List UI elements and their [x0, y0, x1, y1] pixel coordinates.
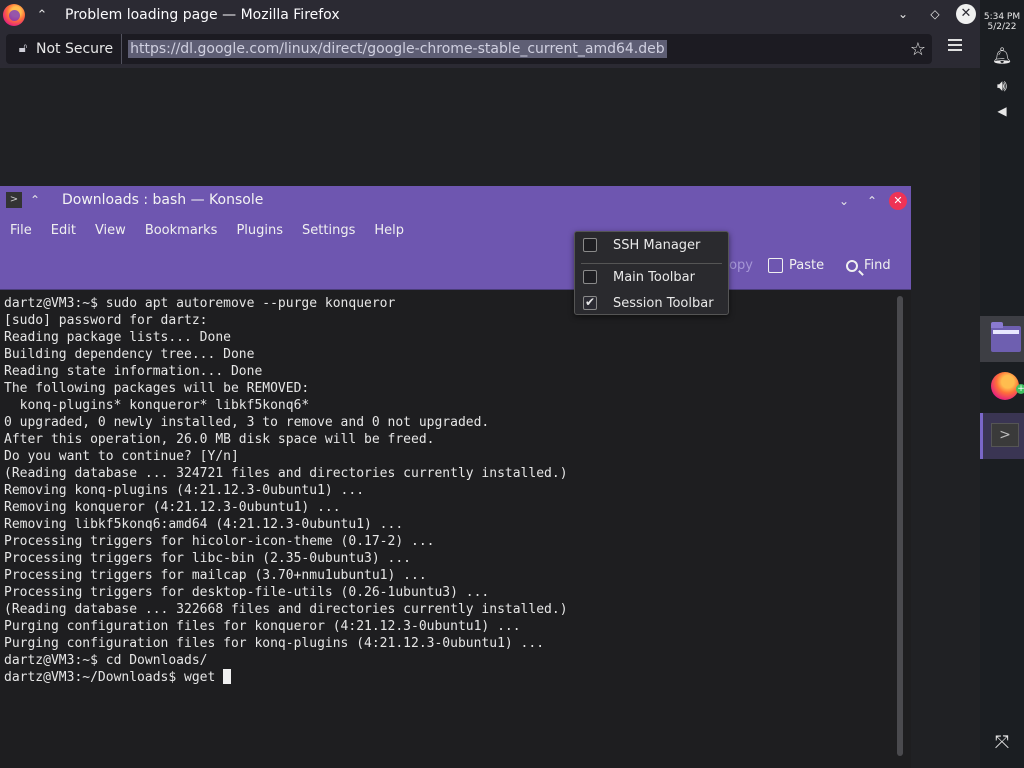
add-badge-icon: +: [1016, 384, 1024, 394]
konsole-window-controls: ⌄ ⌃ ✕: [833, 190, 907, 212]
terminal-output[interactable]: dartz@VM3:~$ sudo apt autoremove --purge…: [0, 290, 893, 768]
paste-button[interactable]: Paste: [768, 258, 824, 273]
terminal-line: After this operation, 26.0 MB disk space…: [4, 432, 435, 447]
konsole-app-icon[interactable]: >: [6, 191, 22, 208]
terminal-lines: dartz@VM3:~$ sudo apt autoremove --purge…: [4, 295, 889, 669]
security-label[interactable]: Not Secure: [36, 34, 123, 64]
terminal-icon: >: [991, 423, 1019, 447]
maximize-icon[interactable]: ◇: [924, 3, 946, 25]
keep-above-icon[interactable]: ⌃: [30, 193, 44, 207]
firefox-titlebar: ⌃ Problem loading page — Mozilla Firefox…: [0, 0, 980, 30]
taskbar-item-dolphin[interactable]: [980, 316, 1024, 362]
clipboard-icon: [768, 258, 783, 273]
keep-above-icon[interactable]: ⌃: [31, 8, 53, 23]
menu-edit[interactable]: Edit: [51, 223, 85, 238]
menu-view[interactable]: View: [95, 223, 135, 238]
terminal-line: [sudo] password for dartz:: [4, 313, 208, 328]
url-text[interactable]: https://dl.google.com/linux/direct/googl…: [128, 40, 667, 58]
main-toolbar-checkbox[interactable]: [583, 270, 597, 284]
terminal-line: dartz@VM3:~$ sudo apt autoremove --purge…: [4, 296, 396, 311]
bookmark-star-icon[interactable]: ☆: [910, 39, 926, 60]
firefox-window-title: Problem loading page — Mozilla Firefox: [65, 7, 340, 23]
konsole-titlebar: > ⌃ Downloads : bash — Konsole ⌄ ⌃ ✕: [0, 186, 911, 213]
search-icon: [846, 259, 858, 272]
terminal-line: Removing libkf5konq6:amd64 (4:21.12.3-0u…: [4, 517, 404, 532]
panel-edit-move-icon[interactable]: ⤧: [990, 732, 1014, 756]
minimize-icon[interactable]: ⌄: [833, 190, 855, 212]
hamburger-menu-icon[interactable]: [948, 39, 962, 54]
terminal-line: Processing triggers for desktop-file-uti…: [4, 585, 490, 600]
terminal-line: dartz@VM3:~$ cd Downloads/: [4, 653, 208, 668]
main-toolbar-label: Main Toolbar: [613, 269, 695, 285]
insecure-lock-icon[interactable]: 🔓︎: [14, 40, 32, 58]
paste-label: Paste: [789, 258, 825, 273]
terminal-line: Do you want to continue? [Y/n]: [4, 449, 239, 464]
terminal-prompt-line: dartz@VM3:~/Downloads$ wget: [4, 670, 224, 685]
terminal-line: (Reading database ... 324721 files and d…: [4, 466, 568, 481]
taskbar-item-konsole[interactable]: >: [980, 413, 1024, 459]
folder-icon: [991, 322, 1021, 352]
ssh-manager-checkbox[interactable]: [583, 238, 597, 252]
clock-time: 5:34 PM: [983, 12, 1021, 22]
close-icon[interactable]: ✕: [889, 192, 907, 210]
terminal-line: Purging configuration files for konq-plu…: [4, 636, 545, 651]
konsole-window: > ⌃ Downloads : bash — Konsole ⌄ ⌃ ✕ Fil…: [0, 186, 911, 768]
menu-help[interactable]: Help: [374, 223, 413, 238]
system-panel: 5:34 PM 5/2/22 🔔︎ 🔊︎ ◀ + > ⤧: [980, 0, 1024, 768]
terminal-line: Reading package lists... Done: [4, 330, 231, 345]
menu-plugins[interactable]: Plugins: [236, 223, 292, 238]
ssh-manager-label: SSH Manager: [613, 237, 701, 253]
terminal-line: Processing triggers for hicolor-icon-the…: [4, 534, 435, 549]
find-button[interactable]: Find: [846, 258, 891, 273]
terminal-line: konq-plugins* konqueror* libkf5konq6*: [4, 398, 310, 413]
terminal-line: Building dependency tree... Done: [4, 347, 255, 362]
volume-icon[interactable]: 🔊︎: [990, 76, 1014, 100]
notifications-bell-icon[interactable]: 🔔︎: [990, 46, 1014, 70]
terminal-line: 0 upgraded, 0 newly installed, 3 to remo…: [4, 415, 490, 430]
firefox-navbar: 🔓︎ Not Secure https://dl.google.com/linu…: [0, 30, 980, 68]
firefox-logo-icon[interactable]: [3, 4, 25, 26]
taskbar-item-firefox[interactable]: +: [980, 364, 1024, 410]
konsole-window-title: Downloads : bash — Konsole: [62, 191, 264, 208]
firefox-window-controls: ⌄ ◇ ✕: [892, 3, 976, 25]
konsole-menubar: File Edit View Bookmarks Plugins Setting…: [0, 213, 911, 247]
clock-date: 5/2/22: [987, 22, 1017, 32]
terminal-line: (Reading database ... 322668 files and d…: [4, 602, 568, 617]
toolbar-context-menu: SSH Manager Main Toolbar Session Toolbar: [574, 231, 729, 315]
clock[interactable]: 5:34 PM 5/2/22: [980, 12, 1024, 32]
close-icon[interactable]: ✕: [956, 4, 976, 24]
terminal-line: Processing triggers for libc-bin (2.35-0…: [4, 551, 411, 566]
terminal-cursor: [223, 669, 232, 684]
terminal-line: Purging configuration files for konquero…: [4, 619, 521, 634]
find-label: Find: [864, 258, 891, 273]
terminal-line: Removing konq-plugins (4:21.12.3-0ubuntu…: [4, 483, 365, 498]
session-toolbar-label: Session Toolbar: [613, 295, 714, 311]
menu-item-session-toolbar[interactable]: Session Toolbar: [575, 290, 728, 316]
minimize-icon[interactable]: ⌄: [892, 3, 914, 25]
menu-item-ssh-manager[interactable]: SSH Manager: [575, 232, 728, 258]
terminal-scrollbar[interactable]: [897, 296, 903, 756]
menu-file[interactable]: File: [10, 223, 41, 238]
menu-bookmarks[interactable]: Bookmarks: [145, 223, 227, 238]
tray-expand-arrow-icon[interactable]: ◀: [990, 104, 1014, 128]
firefox-icon: [991, 372, 1019, 400]
url-bar[interactable]: 🔓︎ Not Secure https://dl.google.com/linu…: [6, 34, 932, 64]
session-toolbar: Copy Paste Find: [0, 247, 911, 290]
terminal-line: Processing triggers for mailcap (3.70+nm…: [4, 568, 427, 583]
terminal-line: Removing konqueror (4:21.12.3-0ubuntu1) …: [4, 500, 341, 515]
session-toolbar-checkbox[interactable]: [583, 295, 597, 310]
terminal-line: The following packages will be REMOVED:: [4, 381, 310, 396]
maximize-icon[interactable]: ⌃: [861, 190, 883, 212]
menu-settings[interactable]: Settings: [302, 223, 364, 238]
menu-item-main-toolbar[interactable]: Main Toolbar: [575, 264, 728, 290]
terminal-line: Reading state information... Done: [4, 364, 263, 379]
